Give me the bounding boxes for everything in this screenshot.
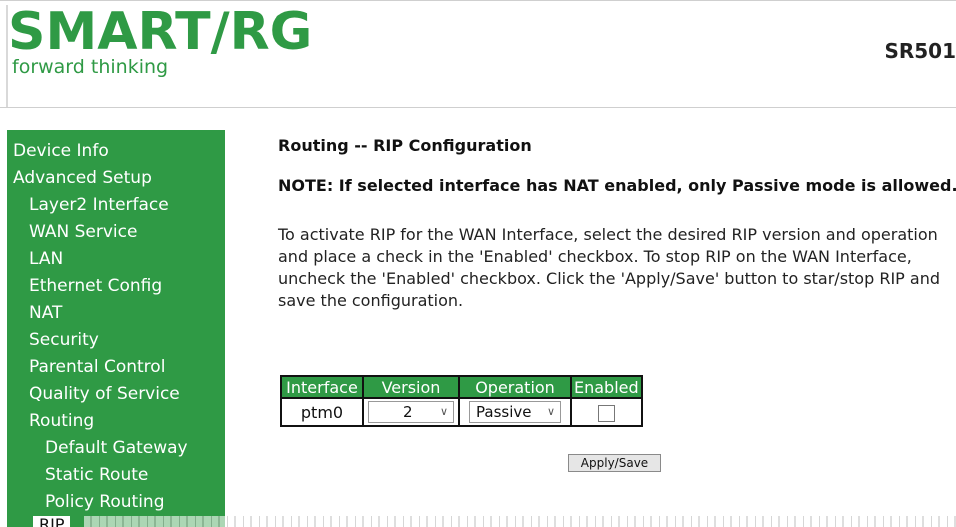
enabled-cell [570, 397, 643, 427]
description-text: To activate RIP for the WAN Interface, s… [278, 225, 941, 310]
operation-value: Passive [476, 403, 532, 421]
sidebar-item-routing[interactable]: Routing [29, 410, 94, 432]
rip-config-table: Interface Version Operation Enabled ptm0… [280, 375, 643, 427]
table-row: ptm0 2 ∨ Passive ∨ [280, 397, 643, 427]
cropped-footer-strip [84, 516, 956, 527]
sidebar-item-lan[interactable]: LAN [29, 248, 63, 270]
operation-cell: Passive ∨ [458, 397, 572, 427]
enabled-checkbox[interactable] [597, 404, 615, 422]
logo: SMART/RG [8, 2, 313, 62]
sidebar-nav: Device Info Advanced Setup Layer2 Interf… [7, 130, 225, 527]
nat-note: NOTE: If selected interface has NAT enab… [278, 176, 956, 195]
header: SMART/RG ® forward thinking SR501 [0, 0, 956, 108]
sidebar-item-wan-service[interactable]: WAN Service [29, 221, 137, 243]
col-header-version: Version [362, 375, 460, 399]
col-header-operation: Operation [458, 375, 572, 399]
table-header-row: Interface Version Operation Enabled [280, 375, 643, 399]
sidebar-item-default-gateway[interactable]: Default Gateway [45, 437, 188, 459]
logo-tagline: forward thinking [12, 56, 169, 78]
sidebar-item-layer2-interface[interactable]: Layer2 Interface [29, 194, 169, 216]
page-title: Routing -- RIP Configuration [278, 136, 532, 155]
sidebar-item-parental-control[interactable]: Parental Control [29, 356, 165, 378]
sidebar-item-quality-of-service[interactable]: Quality of Service [29, 383, 180, 405]
sidebar-item-security[interactable]: Security [29, 329, 99, 351]
sidebar-item-device-info[interactable]: Device Info [13, 140, 109, 162]
logo-registered-mark: ® [274, 13, 287, 28]
sidebar-item-advanced-setup[interactable]: Advanced Setup [13, 167, 152, 189]
sidebar-item-nat[interactable]: NAT [29, 302, 62, 324]
sidebar-item-rip[interactable]: RIP [33, 516, 71, 527]
col-header-interface: Interface [280, 375, 364, 399]
apply-save-button[interactable]: Apply/Save [568, 454, 661, 472]
sidebar-item-policy-routing[interactable]: Policy Routing [45, 491, 164, 513]
version-select[interactable]: 2 ∨ [368, 401, 454, 423]
version-cell: 2 ∨ [362, 397, 460, 427]
sidebar-item-static-route[interactable]: Static Route [45, 464, 148, 486]
interface-cell: ptm0 [280, 397, 364, 427]
chevron-down-icon: ∨ [546, 405, 555, 418]
chevron-down-icon: ∨ [439, 405, 448, 418]
model-name: SR501 [884, 39, 956, 63]
sidebar-item-ethernet-config[interactable]: Ethernet Config [29, 275, 162, 297]
operation-select[interactable]: Passive ∨ [469, 401, 561, 423]
col-header-enabled: Enabled [570, 375, 643, 399]
version-value: 2 [403, 403, 413, 421]
